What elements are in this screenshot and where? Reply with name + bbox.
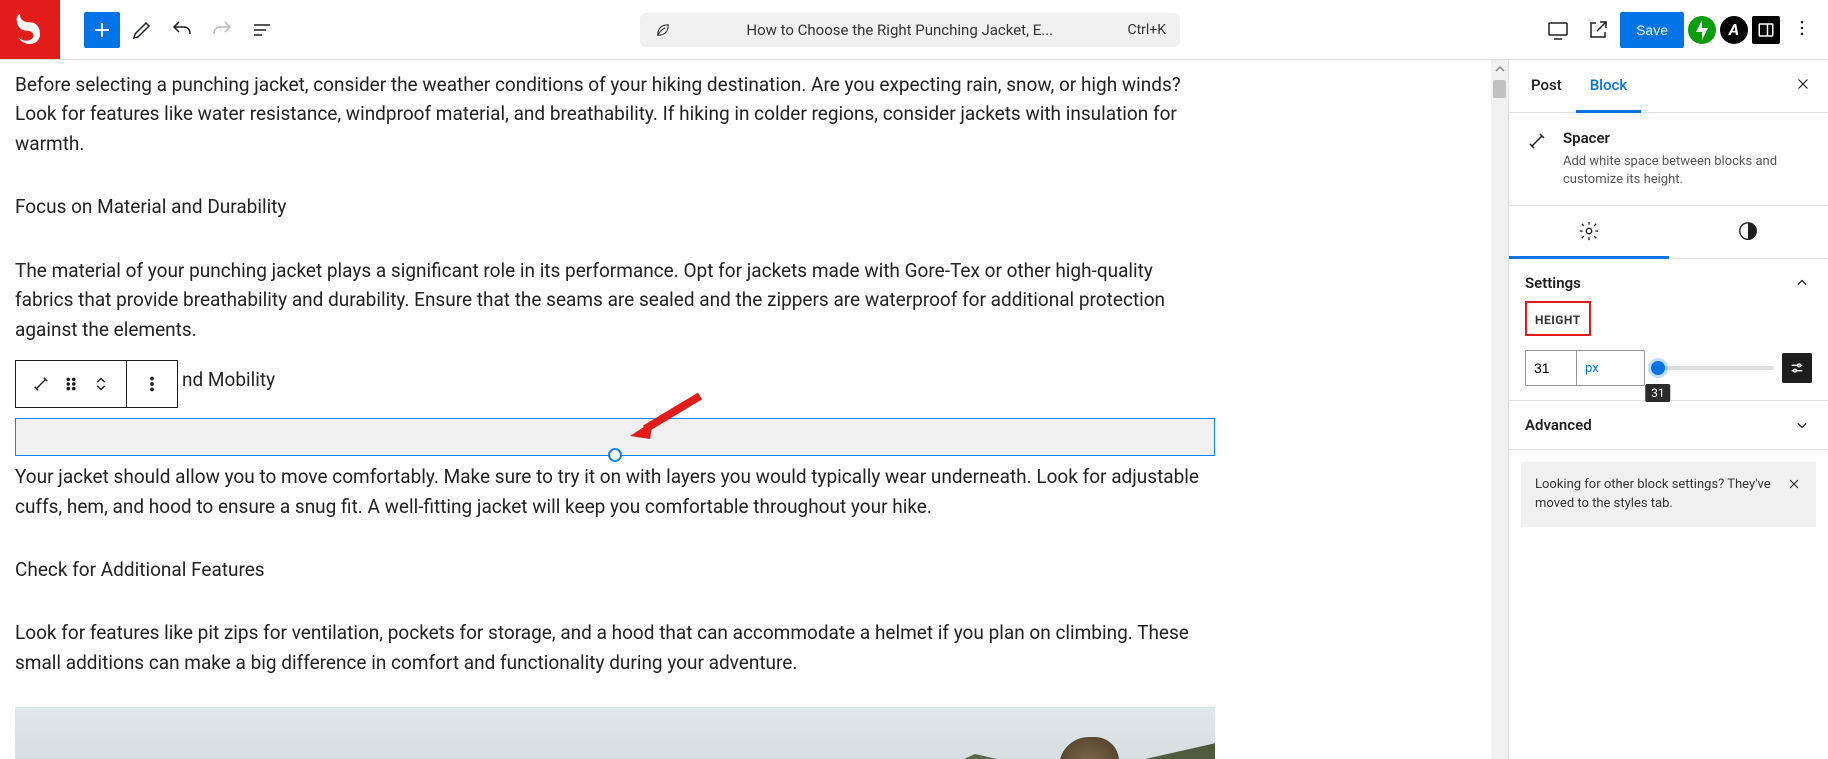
settings-panel-toggle[interactable] (1752, 16, 1780, 44)
chevron-down-icon (1792, 415, 1812, 435)
slider-tooltip: 31 (1645, 384, 1671, 402)
close-sidebar-button[interactable] (1786, 67, 1820, 105)
jetpack-icon[interactable] (1688, 16, 1716, 44)
editor-canvas: Before selecting a punching jacket, cons… (0, 60, 1508, 759)
close-icon (1786, 476, 1802, 492)
dismiss-hint-button[interactable] (1786, 476, 1802, 496)
spacer-block-icon (30, 373, 52, 395)
tab-post[interactable]: Post (1517, 60, 1576, 113)
height-value-input[interactable] (1526, 360, 1576, 376)
sidebar-icon (1757, 21, 1775, 39)
pencil-icon (130, 18, 154, 42)
height-unit-select[interactable]: px (1576, 351, 1607, 385)
height-label: HEIGHT (1535, 313, 1581, 327)
tools-button[interactable] (124, 12, 160, 48)
move-buttons[interactable] (90, 373, 112, 395)
vertical-dots-icon (141, 373, 163, 395)
paragraph[interactable]: Before selecting a punching jacket, cons… (15, 70, 1215, 158)
drag-handle[interactable] (60, 373, 82, 395)
chevron-up-icon (1792, 273, 1812, 293)
subtab-settings[interactable] (1509, 206, 1669, 259)
move-up-down-icon (90, 373, 112, 395)
plus-icon (90, 18, 114, 42)
spacer-block-icon (1525, 129, 1549, 153)
scroll-up-arrow[interactable] (1491, 60, 1508, 77)
paragraph[interactable]: Look for features like pit zips for vent… (15, 618, 1215, 677)
dragon-icon (10, 9, 50, 49)
document-title: How to Choose the Right Punching Jacket,… (680, 21, 1119, 39)
options-menu-button[interactable] (1784, 18, 1820, 42)
editor-scroll-region[interactable]: Before selecting a punching jacket, cons… (0, 60, 1508, 759)
spacer-resize-handle[interactable] (608, 448, 622, 462)
close-icon (1794, 75, 1812, 93)
styles-hint-notice: Looking for other block settings? They'v… (1521, 462, 1816, 526)
block-type-button[interactable] (30, 373, 52, 395)
heading-partial-text[interactable]: nd Mobility (182, 368, 275, 391)
preview-external-button[interactable] (1580, 12, 1616, 48)
astra-icon[interactable]: A (1720, 16, 1748, 44)
image-block[interactable] (15, 707, 1215, 759)
spacer-block[interactable] (15, 418, 1215, 456)
styles-icon (1737, 220, 1759, 242)
document-overview-button[interactable] (244, 12, 280, 48)
shortcut-hint: Ctrl+K (1127, 22, 1166, 38)
redo-icon (210, 18, 234, 42)
main-area: Before selecting a punching jacket, cons… (0, 60, 1828, 759)
block-more-options[interactable] (141, 373, 163, 395)
scrollbar-thumb[interactable] (1493, 80, 1506, 98)
redo-button[interactable] (204, 12, 240, 48)
vertical-scrollbar[interactable] (1491, 60, 1508, 759)
settings-panel-header[interactable]: Settings (1525, 273, 1812, 293)
sidebar-tabs: Post Block (1509, 60, 1828, 113)
block-name: Spacer (1563, 129, 1812, 147)
heading-text[interactable]: Check for Additional Features (15, 555, 1215, 584)
paragraph[interactable]: Your jacket should allow you to move com… (15, 462, 1215, 521)
tab-block[interactable]: Block (1576, 60, 1641, 113)
undo-icon (170, 18, 194, 42)
height-input-group: px (1525, 350, 1645, 386)
annotation-arrow-icon (625, 391, 705, 441)
block-subtabs (1509, 206, 1828, 259)
settings-sidebar: Post Block Spacer Add white space betwee… (1508, 60, 1828, 759)
list-view-icon (250, 18, 274, 42)
add-block-button[interactable] (84, 12, 120, 48)
height-control-row: px 31 (1525, 350, 1812, 386)
post-content: Before selecting a punching jacket, cons… (10, 60, 1220, 759)
height-more-button[interactable] (1782, 353, 1812, 383)
top-toolbar: How to Choose the Right Punching Jacket,… (0, 0, 1828, 60)
vertical-dots-icon (1792, 18, 1812, 38)
sliders-icon (1789, 360, 1805, 376)
block-description: Add white space between blocks and custo… (1563, 153, 1812, 189)
block-info-card: Spacer Add white space between blocks an… (1509, 113, 1828, 206)
gear-icon (1578, 220, 1600, 242)
hint-text: Looking for other block settings? They'v… (1535, 476, 1776, 512)
subtab-styles[interactable] (1669, 206, 1828, 259)
desktop-icon (1546, 18, 1570, 42)
heading-text[interactable]: Focus on Material and Durability (15, 192, 1215, 221)
paragraph[interactable]: The material of your punching jacket pla… (15, 256, 1215, 344)
block-toolbar (15, 360, 178, 408)
undo-button[interactable] (164, 12, 200, 48)
site-logo[interactable] (0, 0, 60, 59)
height-slider[interactable]: 31 (1653, 366, 1774, 370)
view-button[interactable] (1540, 12, 1576, 48)
advanced-panel-header[interactable]: Advanced (1525, 415, 1812, 435)
drag-icon (60, 373, 82, 395)
external-link-icon (1586, 18, 1610, 42)
leaf-icon (654, 21, 672, 39)
height-label-highlight: HEIGHT (1525, 301, 1591, 336)
save-button[interactable]: Save (1620, 12, 1684, 48)
slider-thumb[interactable] (1651, 361, 1665, 375)
document-title-bar[interactable]: How to Choose the Right Punching Jacket,… (640, 13, 1180, 47)
settings-panel: Settings HEIGHT px 31 (1509, 259, 1828, 401)
advanced-panel: Advanced (1509, 401, 1828, 450)
